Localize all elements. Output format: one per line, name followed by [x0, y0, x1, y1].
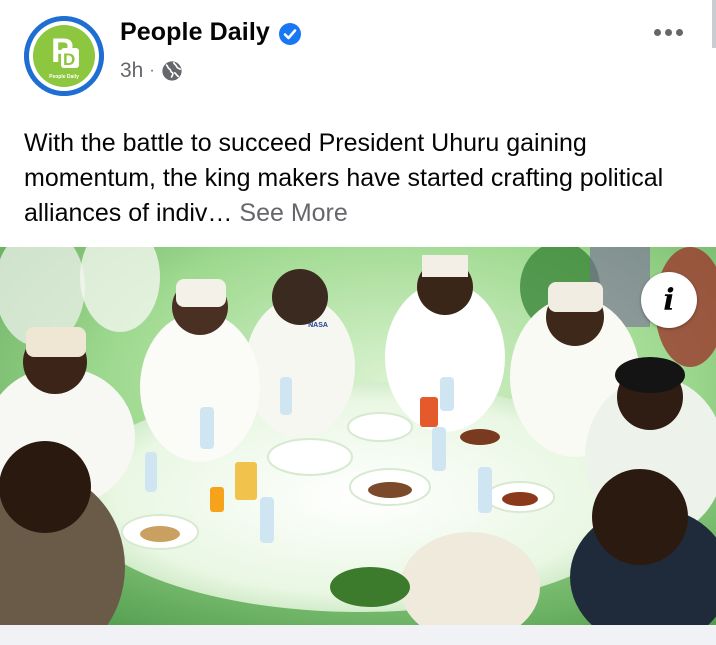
verified-badge-icon: [279, 23, 301, 45]
page-name-link[interactable]: People Daily: [120, 18, 270, 47]
facebook-post: P D People Daily People Daily 3h · With …: [0, 0, 716, 645]
shirt-sign-text: NASA: [308, 322, 328, 329]
post-divider: [0, 625, 716, 645]
info-icon: i: [663, 282, 675, 318]
dinner-table-photo: NASA: [0, 247, 716, 625]
logo-letter-d: D: [63, 50, 75, 69]
post-text: With the battle to succeed President Uhu…: [24, 126, 692, 231]
photo-info-button[interactable]: i: [641, 272, 697, 328]
meta-separator: ·: [149, 62, 155, 79]
post-photo[interactable]: NASA: [0, 247, 716, 625]
globe-icon[interactable]: [161, 60, 183, 82]
people-daily-logo: P D People Daily: [24, 16, 104, 96]
more-options-button[interactable]: [648, 20, 688, 44]
post-timestamp[interactable]: 3h: [120, 59, 143, 83]
post-meta: 3h ·: [120, 57, 183, 85]
scroll-edge: [712, 0, 716, 48]
see-more-link[interactable]: See More: [239, 199, 347, 227]
logo-caption: People Daily: [49, 74, 79, 80]
more-options-icon: [653, 28, 661, 36]
page-avatar[interactable]: P D People Daily: [24, 16, 104, 96]
